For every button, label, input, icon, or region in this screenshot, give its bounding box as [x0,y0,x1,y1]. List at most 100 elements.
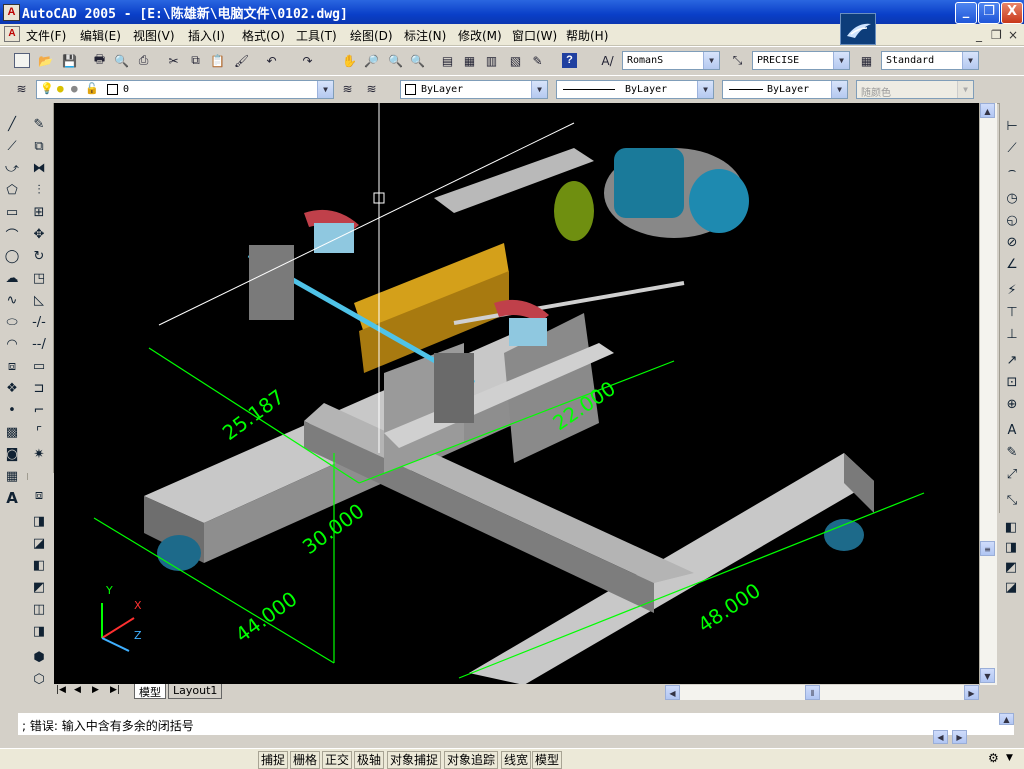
design-center-icon[interactable]: ▦ [460,51,479,70]
tool-palettes-icon[interactable]: ▥ [482,51,501,70]
menu-tools[interactable]: 工具(T) [296,27,337,44]
aligned-dimension-icon[interactable]: ⟋ [1003,139,1021,157]
polyline-icon[interactable]: ⤻ [3,159,21,177]
sphere-icon[interactable]: ◪ [30,534,48,552]
tolerance-icon[interactable]: ⊡ [1003,373,1021,391]
rotate-icon[interactable]: ↻ [30,247,48,265]
tab-model[interactable]: 模型 [134,684,166,699]
continue-dimension-icon[interactable]: ⊥ [1003,325,1021,343]
drawing-canvas[interactable]: 25.187 22.000 30.000 44.000 48.000 Y X Z [54,103,979,685]
rectangle-icon[interactable]: ▭ [3,203,21,221]
markup-icon[interactable]: ✎ [528,51,547,70]
next-tab-icon[interactable]: ▶ [92,685,99,695]
communication-center-icon[interactable]: ⚙ [988,751,999,765]
construction-line-icon[interactable]: ⟋ [3,137,21,155]
dimension-edit-icon[interactable]: A [1003,421,1021,439]
ellipse-icon[interactable]: ⬭ [3,313,21,331]
vertical-scrollbar[interactable]: ▲ ≡ ▼ [979,103,997,685]
polygon-icon[interactable]: ⬠ [3,181,21,199]
copy-icon[interactable]: ⧉ [186,51,205,70]
angular-dimension-icon[interactable]: ∠ [1003,255,1021,273]
move-icon[interactable]: ✥ [30,225,48,243]
publish-icon[interactable]: ⎙ [134,51,153,70]
vertical-scroll-thumb[interactable]: ≡ [980,541,995,556]
menu-edit[interactable]: 编辑(E) [80,27,121,44]
hatch-icon[interactable]: ▩ [3,423,21,441]
layer-manager-icon[interactable]: ≋ [12,79,31,98]
linear-dimension-icon[interactable]: ⊢ [1003,117,1021,135]
stretch-icon[interactable]: ◺ [30,291,48,309]
plot-icon[interactable]: 🖶 [90,51,109,70]
zoom-realtime-icon[interactable]: 🔎 [362,51,381,70]
multiline-text-icon[interactable]: A [3,489,21,507]
zoom-previous-icon[interactable]: 🔍 [408,51,427,70]
minimize-button[interactable]: _ [955,2,977,24]
prev-tab-icon[interactable]: ◀ [74,685,81,695]
horizontal-scroll-thumb[interactable]: ⦀ [805,685,820,700]
break-icon[interactable]: ⊐ [30,379,48,397]
box-icon[interactable]: ◨ [30,512,48,530]
extrude-icon[interactable]: ⬢ [30,648,48,666]
scroll-right-icon[interactable]: ▶ [964,685,979,700]
text-style-select[interactable]: RomanS ▼ [622,51,720,70]
dimension-update-icon[interactable]: ⤢ [1003,465,1021,483]
menu-view[interactable]: 视图(V) [133,27,175,44]
dim-style-select[interactable]: PRECISE ▼ [752,51,850,70]
mdi-close-icon[interactable]: × [1008,28,1018,42]
autocad-app-icon[interactable]: A [3,4,20,21]
radius-dimension-icon[interactable]: ◷ [1003,189,1021,207]
mirror-icon[interactable]: ⧓ [30,159,48,177]
arc-icon[interactable]: ⌒ [3,225,21,244]
document-system-menu-icon[interactable]: A [4,26,20,42]
revolve-icon[interactable]: ⬡ [30,670,48,688]
restore-button[interactable]: ❐ [978,2,1000,24]
status-menu-icon[interactable]: ▼ [1006,753,1013,763]
make-object-layer-current-icon[interactable]: ≋ [338,79,357,98]
menu-file[interactable]: 文件(F) [26,27,66,44]
iso-view-icon[interactable]: ◪ [1002,578,1020,596]
first-tab-icon[interactable]: |◀ [56,685,66,695]
insert-block-icon[interactable]: ⧈ [3,357,21,375]
status-osnap-button[interactable]: 对象捕捉 [387,751,442,769]
offset-icon[interactable]: ⫶ [30,181,48,199]
copy-object-icon[interactable]: ⧉ [30,137,48,155]
match-properties-icon[interactable]: 🖌 [232,51,251,70]
new-file-icon[interactable] [12,51,31,70]
make-block-icon[interactable]: ❖ [3,379,21,397]
scale-icon[interactable]: ◳ [30,269,48,287]
cone-icon[interactable]: ◩ [30,578,48,596]
top-view-icon[interactable]: ◧ [1002,518,1020,536]
torus-icon[interactable]: ◨ [30,622,48,640]
status-lweight-button[interactable]: 线宽 [501,751,532,769]
command-scroll-left-icon[interactable]: ◀ [933,730,948,744]
close-button[interactable]: X [1001,2,1023,24]
region-icon[interactable]: ◙ [3,445,21,463]
ellipse-arc-icon[interactable]: ◠ [3,335,21,353]
undo-icon[interactable]: ↶ [262,51,281,70]
center-mark-icon[interactable]: ⊕ [1003,395,1021,413]
horizontal-scrollbar[interactable]: ◀ ⦀ ▶ [665,685,979,700]
command-scroll-up-icon[interactable]: ▲ [999,713,1014,725]
table-style-icon[interactable]: ▦ [857,51,876,70]
zoom-window-icon[interactable]: 🔍 [386,51,405,70]
wedge-icon[interactable]: ◫ [30,600,48,618]
save-icon[interactable]: 💾 [60,51,79,70]
redo-icon[interactable]: ↷ [298,51,317,70]
command-scroll-right-icon[interactable]: ▶ [952,730,967,744]
array-icon[interactable]: ⊞ [30,203,48,221]
diameter-dimension-icon[interactable]: ⊘ [1003,233,1021,251]
circle-icon[interactable]: ◯ [3,247,21,265]
menu-draw[interactable]: 绘图(D) [350,27,393,44]
dimension-style-icon[interactable]: ⤡ [1003,491,1021,509]
spline-icon[interactable]: ∿ [3,291,21,309]
lineweight-control-select[interactable]: ByLayer ▼ [722,80,848,99]
quick-dimension-icon[interactable]: ⚡ [1003,281,1021,299]
cut-icon[interactable]: ✂ [164,51,183,70]
menu-window[interactable]: 窗口(W) [512,27,557,44]
menu-format[interactable]: 格式(O) [242,27,285,44]
menu-insert[interactable]: 插入(I) [188,27,225,44]
last-tab-icon[interactable]: ▶| [110,685,120,695]
dimension-text-edit-icon[interactable]: ✎ [1003,443,1021,461]
table-style-select[interactable]: Standard ▼ [881,51,979,70]
status-ortho-button[interactable]: 正交 [322,751,353,769]
